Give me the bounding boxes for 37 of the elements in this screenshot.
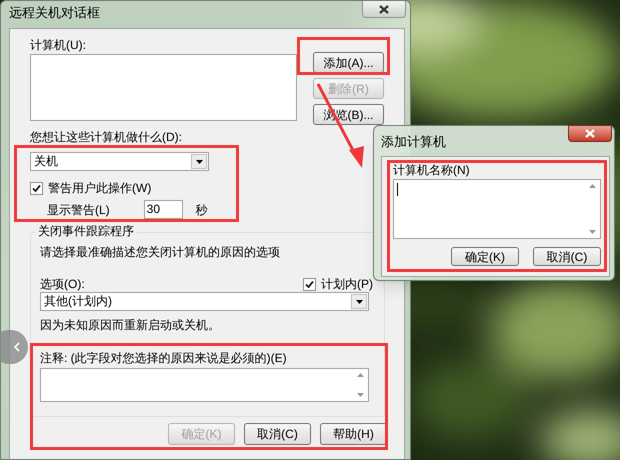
checkbox[interactable] [303, 278, 316, 290]
close-button[interactable] [362, 1, 406, 18]
field-label: 选项(O): [40, 277, 85, 291]
name-field[interactable] [393, 179, 601, 239]
field-label: 注释: (此字段对您选择的原因来说是必须的)(E) [40, 351, 287, 365]
field-label: 计算机名称(N) [393, 163, 470, 177]
comment-field[interactable] [40, 368, 369, 402]
text-cursor [397, 183, 398, 196]
field-label: 显示警告(L) [47, 202, 110, 216]
close-icon [379, 4, 389, 14]
scroll-up-icon[interactable] [589, 184, 596, 188]
dialog-button[interactable]: 添加(A)... [313, 52, 384, 73]
instruction-text: 请选择最准确描述您关闭计算机的原因的选项 [40, 245, 280, 259]
checkbox-label: 警告用户此操作(W) [48, 181, 152, 195]
dialog-button[interactable]: 取消(C) [244, 423, 311, 445]
dialog-button[interactable]: 取消(C) [533, 247, 601, 266]
window-title: 远程关机对话框 [9, 6, 100, 20]
dialog-title: 添加计算机 [381, 135, 446, 149]
input-field[interactable]: 30 [144, 200, 183, 219]
dialog-button[interactable]: 帮助(H) [320, 423, 387, 445]
dialog-button[interactable]: 确定(K) [451, 247, 519, 266]
description-text: 因为未知原因而重新启动或关机。 [40, 318, 220, 332]
scroll-down-icon[interactable] [589, 230, 596, 234]
checkbox[interactable] [30, 182, 43, 194]
dropdown[interactable]: 关机 [30, 152, 209, 171]
checkbox-label: 计划内(P) [321, 277, 373, 291]
close-button[interactable] [568, 125, 612, 142]
group-title: 关闭事件跟踪程序 [36, 224, 136, 238]
computer-list[interactable] [30, 54, 297, 121]
dropdown[interactable]: 其他(计划内) [40, 292, 369, 311]
unit-label: 秒 [196, 202, 208, 216]
scroll-up-icon[interactable] [357, 373, 364, 377]
field-label: 计算机(U): [30, 38, 86, 52]
close-icon [585, 129, 595, 138]
chevron-left-icon [14, 342, 20, 352]
field-label: 您想让这些计算机做什么(D): [30, 130, 182, 144]
scroll-down-icon[interactable] [357, 393, 364, 397]
